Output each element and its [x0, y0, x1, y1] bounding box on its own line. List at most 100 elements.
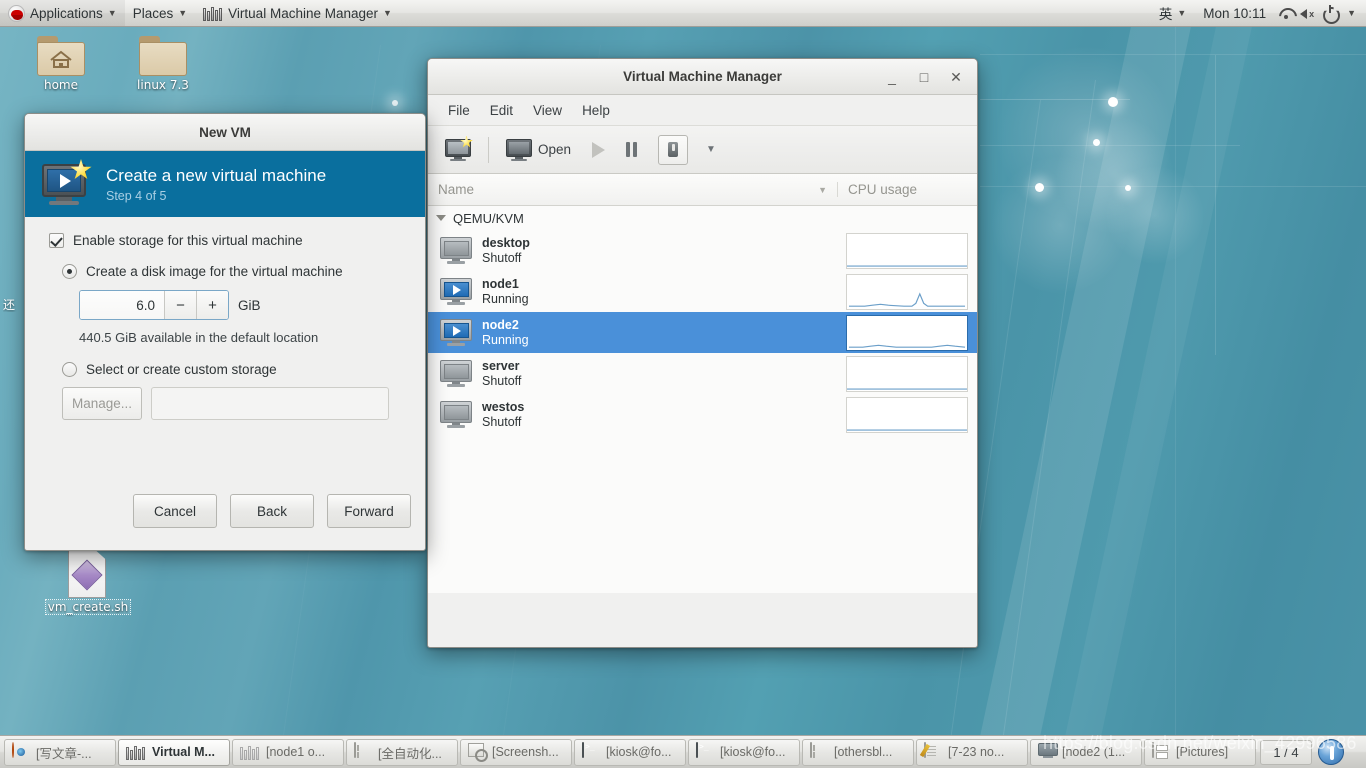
- taskbar-item[interactable]: [写文章-...: [4, 738, 116, 766]
- desktop-icon-linux73[interactable]: linux 7.3: [120, 36, 206, 92]
- taskbar-item[interactable]: [全自动化...: [346, 738, 458, 766]
- vmm-titlebar[interactable]: Virtual Machine Manager _ □ ✕: [428, 59, 977, 95]
- taskbar-item[interactable]: [7-23 no...: [916, 738, 1028, 766]
- table-row[interactable]: node1 Running: [428, 271, 977, 312]
- disk-size-stepper[interactable]: 6.0 − +: [79, 290, 229, 320]
- custom-storage-radio[interactable]: [62, 362, 77, 377]
- table-row[interactable]: desktop Shutoff: [428, 230, 977, 271]
- show-desktop-icon[interactable]: [1318, 739, 1344, 765]
- close-button[interactable]: ✕: [941, 64, 971, 90]
- desktop-icon-label: home: [43, 78, 79, 92]
- triangle-down-icon[interactable]: [436, 215, 446, 221]
- workspace-indicator[interactable]: 1 / 4: [1260, 739, 1312, 765]
- vm-state: Shutoff: [482, 414, 522, 429]
- chevron-down-icon[interactable]: ▼: [818, 185, 827, 195]
- disk-size-input[interactable]: 6.0: [80, 291, 164, 319]
- taskbar-item[interactable]: [Screensh...: [460, 738, 572, 766]
- display-icon: [1038, 743, 1058, 761]
- forward-button[interactable]: Forward: [327, 494, 411, 528]
- menu-view[interactable]: View: [523, 100, 572, 121]
- wallpaper-glow: [1105, 165, 1205, 265]
- taskbar-item[interactable]: [Pictures]: [1144, 738, 1256, 766]
- vm-name: desktop: [482, 235, 530, 250]
- taskbar-item-label: [node1 o...: [266, 745, 326, 759]
- custom-storage-path-input[interactable]: [151, 387, 389, 420]
- file-manager-icon: [354, 742, 372, 761]
- new-vm-button[interactable]: [436, 130, 480, 170]
- shutdown-button[interactable]: [649, 130, 697, 170]
- monitor-icon: [506, 138, 532, 161]
- open-button[interactable]: Open: [497, 130, 580, 170]
- manage-button[interactable]: Manage...: [62, 387, 142, 420]
- vm-state: Running: [482, 291, 529, 306]
- back-button[interactable]: Back: [230, 494, 314, 528]
- cpu-usage-sparkline: [846, 273, 968, 310]
- table-row[interactable]: westos Shutoff: [428, 394, 977, 435]
- active-app-menu[interactable]: Virtual Machine Manager ▼: [195, 0, 400, 26]
- taskbar-item[interactable]: [node2 (1...: [1030, 738, 1142, 766]
- taskbar: [写文章-... Virtual M... [node1 o... [全自动化.…: [0, 735, 1366, 768]
- connection-group-row[interactable]: QEMU/KVM: [428, 206, 977, 230]
- create-disk-row[interactable]: Create a disk image for the virtual mach…: [62, 264, 403, 279]
- chevron-down-icon[interactable]: ▼: [1341, 8, 1362, 18]
- minimize-button[interactable]: _: [877, 64, 907, 90]
- create-disk-radio[interactable]: [62, 264, 77, 279]
- volume-muted-icon[interactable]: [1297, 2, 1319, 24]
- disk-size-increment-button[interactable]: +: [196, 291, 228, 319]
- cancel-button[interactable]: Cancel: [133, 494, 217, 528]
- wifi-icon[interactable]: [1275, 2, 1297, 24]
- vmm-menubar: File Edit View Help: [428, 95, 977, 126]
- taskbar-item[interactable]: Virtual M...: [118, 738, 230, 766]
- wallpaper-dot: [392, 100, 398, 106]
- pause-button[interactable]: [617, 130, 646, 170]
- custom-storage-row[interactable]: Select or create custom storage: [62, 362, 403, 377]
- enable-storage-label: Enable storage for this virtual machine: [73, 233, 303, 248]
- column-header-name[interactable]: Name ▼: [428, 182, 837, 197]
- wallpaper-dot: [1093, 139, 1100, 146]
- wallpaper-dot: [1108, 97, 1118, 107]
- new-vm-title: New VM: [199, 124, 251, 140]
- vm-state: Shutoff: [482, 250, 522, 265]
- vm-shutoff-icon: [440, 237, 472, 264]
- vm-list-header: Name ▼ CPU usage: [428, 174, 977, 206]
- redhat-logo-icon: [8, 4, 25, 22]
- table-row[interactable]: node2 Running: [428, 312, 977, 353]
- taskbar-item-label: [Screensh...: [492, 745, 559, 759]
- chevron-down-icon[interactable]: ▼: [700, 144, 722, 155]
- banner-heading: Create a new virtual machine: [106, 166, 327, 185]
- clock[interactable]: Mon 10:11: [1194, 6, 1275, 21]
- taskbar-item[interactable]: [node1 o...: [232, 738, 344, 766]
- vmm-icon: [240, 745, 260, 760]
- cpu-usage-sparkline: [846, 232, 968, 269]
- power-icon[interactable]: [1319, 2, 1341, 24]
- taskbar-item[interactable]: [kiosk@fo...: [574, 738, 686, 766]
- maximize-button[interactable]: □: [909, 64, 939, 90]
- cpu-usage-sparkline: [846, 396, 968, 433]
- panel-tray: 英 ▼ Mon 10:11 ▼: [1151, 0, 1366, 26]
- shell-script-icon: [68, 550, 108, 598]
- vmm-icon: [126, 745, 146, 760]
- menu-file[interactable]: File: [438, 100, 480, 121]
- disk-size-decrement-button[interactable]: −: [164, 291, 196, 319]
- taskbar-item[interactable]: [kiosk@fo...: [688, 738, 800, 766]
- table-row[interactable]: server Shutoff: [428, 353, 977, 394]
- run-button[interactable]: [583, 130, 614, 170]
- enable-storage-checkbox[interactable]: [49, 233, 64, 248]
- enable-storage-row[interactable]: Enable storage for this virtual machine: [49, 233, 403, 248]
- taskbar-item-label: [全自动化...: [378, 746, 442, 761]
- input-method-indicator[interactable]: 英 ▼: [1151, 0, 1194, 26]
- applications-menu[interactable]: Applications ▼: [0, 0, 125, 26]
- vmm-icon: [203, 6, 223, 21]
- firefox-icon: [12, 742, 30, 761]
- column-header-cpu[interactable]: CPU usage: [837, 182, 977, 197]
- desktop-icon-vm-create-sh[interactable]: vm_create.sh: [44, 550, 132, 615]
- applications-menu-label: Applications: [30, 5, 103, 21]
- desktop-icon-home[interactable]: home: [18, 36, 104, 92]
- places-menu[interactable]: Places ▼: [125, 0, 195, 26]
- menu-edit[interactable]: Edit: [480, 100, 523, 121]
- taskbar-item[interactable]: [othersbl...: [802, 738, 914, 766]
- menu-help[interactable]: Help: [572, 100, 620, 121]
- vm-state: Shutoff: [482, 373, 522, 388]
- new-vm-titlebar[interactable]: New VM: [25, 114, 425, 151]
- printer-icon: [1152, 742, 1170, 761]
